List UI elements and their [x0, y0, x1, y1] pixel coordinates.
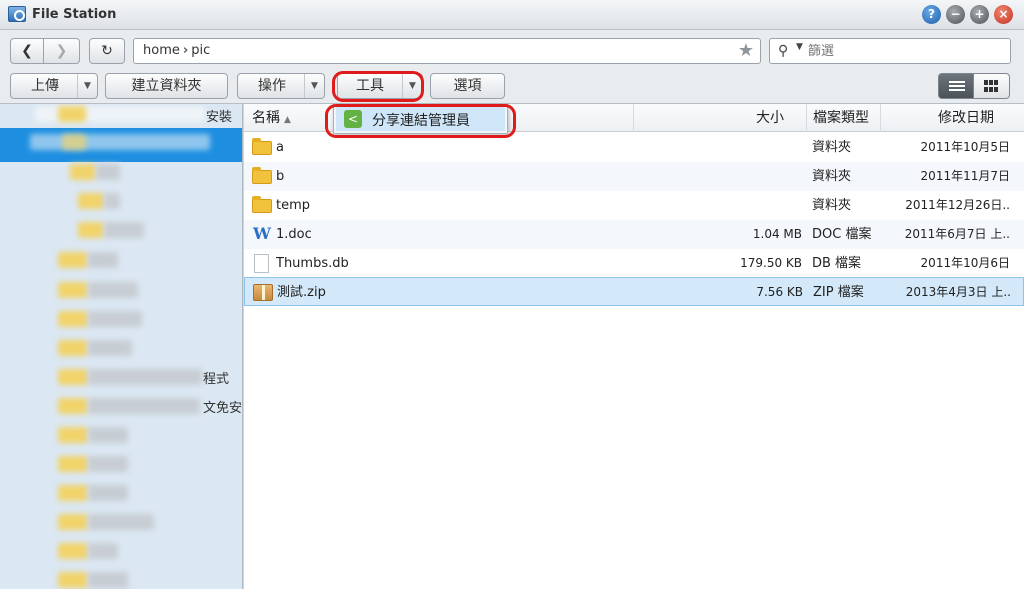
- toolbar: 上傳 ▼ 建立資料夾 操作 ▼ 工具 ▼ 選項: [0, 70, 1024, 104]
- file-size: [644, 191, 802, 220]
- minimize-icon[interactable]: −: [946, 5, 965, 24]
- file-type: 資料夾: [812, 198, 852, 213]
- folder-icon: [252, 196, 272, 213]
- column-divider[interactable]: [633, 104, 634, 132]
- folder-tree[interactable]: 安裝 程式 文免安: [0, 104, 243, 589]
- file-row[interactable]: Thumbs.db 179.50 KB DB 檔案 2011年10月6日: [244, 249, 1024, 278]
- file-type: ZIP 檔案: [813, 285, 864, 300]
- file-icon: [254, 254, 269, 273]
- search-icon[interactable]: ⚲: [778, 43, 788, 59]
- tree-item-label: 安裝: [206, 110, 233, 125]
- column-size[interactable]: 大小: [756, 104, 784, 132]
- file-size: 1.04 MB: [752, 227, 802, 241]
- highlight-ring-share: [325, 104, 516, 138]
- navigation-bar: ❮ ❯ ↻ home › pic ★ ⚲ ▼: [0, 30, 1024, 70]
- file-name: b: [276, 169, 285, 184]
- file-modified: 2011年12月26日..: [905, 198, 1010, 212]
- back-button[interactable]: ❮: [10, 38, 44, 64]
- highlight-ring-tools: [332, 71, 424, 102]
- thumbnail-view-button[interactable]: [974, 73, 1010, 99]
- file-modified: 2011年6月7日 上..: [904, 227, 1010, 241]
- file-name: Thumbs.db: [276, 256, 349, 271]
- file-modified: 2011年10月6日: [920, 256, 1010, 270]
- file-row[interactable]: temp 資料夾 2011年12月26日..: [244, 191, 1024, 220]
- chevron-down-icon[interactable]: ▼: [796, 42, 803, 52]
- path-bar[interactable]: home › pic ★: [133, 38, 761, 64]
- tree-item-label: 文免安: [203, 401, 243, 416]
- file-modified: 2011年11月7日: [920, 169, 1010, 183]
- upload-button[interactable]: 上傳 ▼: [10, 73, 98, 99]
- path-segment-home[interactable]: home: [143, 43, 180, 58]
- column-name-label: 名稱: [252, 110, 280, 126]
- title-bar: File Station ? − + ×: [0, 0, 1024, 30]
- folder-icon: [252, 138, 272, 155]
- chevron-down-icon[interactable]: ▼: [77, 74, 97, 98]
- file-list[interactable]: 名稱 ▲ 大小 檔案類型 修改日期 a 資料夾 2011年10月5日 b 資料夾 …: [244, 104, 1024, 589]
- folder-icon: [252, 167, 272, 184]
- list-view-icon: [949, 81, 965, 91]
- filter-box[interactable]: ⚲ ▼: [769, 38, 1011, 64]
- file-row-selected[interactable]: 測試.zip 7.56 KB ZIP 檔案 2013年4月3日 上..: [244, 277, 1024, 306]
- forward-button[interactable]: ❯: [44, 38, 80, 64]
- file-size: 7.56 KB: [756, 285, 803, 299]
- upload-label: 上傳: [31, 78, 59, 94]
- path-separator-icon: ›: [182, 43, 189, 58]
- file-modified: 2011年10月5日: [920, 140, 1010, 154]
- create-folder-button[interactable]: 建立資料夾: [105, 73, 228, 99]
- column-type[interactable]: 檔案類型: [813, 104, 869, 132]
- file-name: temp: [276, 198, 311, 213]
- file-type: DOC 檔案: [812, 227, 872, 242]
- grid-view-icon: [984, 80, 999, 92]
- close-icon[interactable]: ×: [994, 5, 1013, 24]
- options-button[interactable]: 選項: [430, 73, 505, 99]
- maximize-icon[interactable]: +: [970, 5, 989, 24]
- column-divider[interactable]: [806, 104, 807, 132]
- column-name[interactable]: 名稱 ▲: [252, 104, 291, 132]
- action-label: 操作: [258, 78, 286, 94]
- file-row[interactable]: W 1.doc 1.04 MB DOC 檔案 2011年6月7日 上..: [244, 220, 1024, 249]
- action-button[interactable]: 操作 ▼: [237, 73, 325, 99]
- file-modified: 2013年4月3日 上..: [905, 285, 1011, 299]
- file-row[interactable]: b 資料夾 2011年11月7日: [244, 162, 1024, 191]
- file-size: 179.50 KB: [740, 256, 802, 270]
- word-document-icon: W: [253, 224, 271, 243]
- window-title: File Station: [32, 7, 117, 22]
- star-icon[interactable]: ★: [738, 39, 754, 63]
- zip-archive-icon: [253, 284, 273, 301]
- path-segment-pic[interactable]: pic: [191, 43, 210, 58]
- chevron-down-icon[interactable]: ▼: [304, 74, 324, 98]
- file-size: [644, 133, 802, 162]
- file-type: 資料夾: [812, 140, 852, 155]
- help-icon[interactable]: ?: [922, 5, 941, 24]
- file-name: 測試.zip: [277, 285, 326, 300]
- refresh-button[interactable]: ↻: [89, 38, 125, 64]
- file-type: 資料夾: [812, 169, 852, 184]
- file-size: [644, 162, 802, 191]
- file-type: DB 檔案: [812, 256, 862, 271]
- file-station-icon: [8, 6, 26, 22]
- file-name: 1.doc: [276, 227, 312, 242]
- column-modified[interactable]: 修改日期: [938, 104, 994, 132]
- tree-item-label: 程式: [203, 372, 230, 387]
- filter-input[interactable]: [808, 42, 1003, 60]
- list-view-button[interactable]: [938, 73, 974, 99]
- column-divider[interactable]: [880, 104, 881, 132]
- sort-ascending-icon: ▲: [284, 115, 291, 125]
